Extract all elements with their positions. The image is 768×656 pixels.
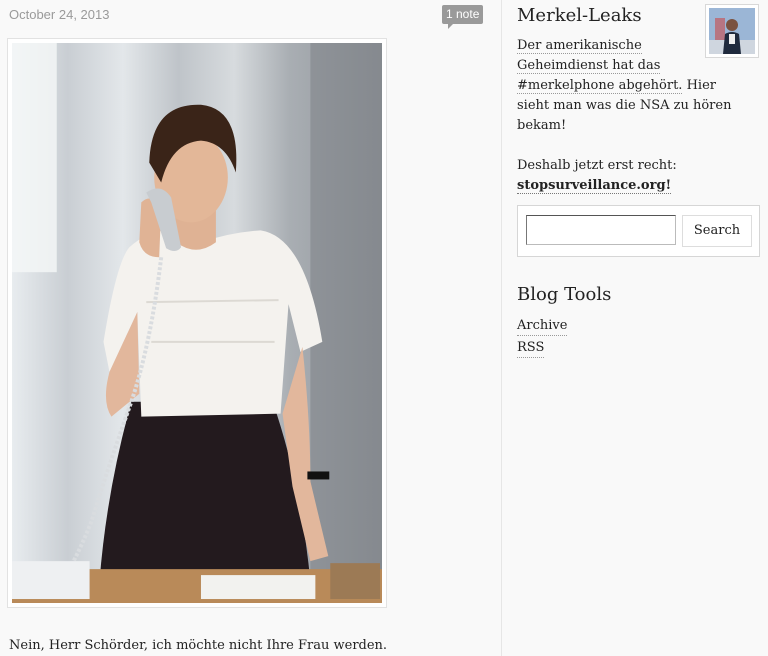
photo-woman-on-phone-image <box>12 43 382 603</box>
description-link[interactable]: Der amerikanische <box>517 38 642 54</box>
search-input[interactable] <box>526 215 676 245</box>
stopsurveillance-link[interactable]: stopsurveillance.org! <box>517 178 672 194</box>
blog-tools-list: Archive RSS <box>517 316 568 360</box>
post-photo[interactable] <box>7 38 387 608</box>
description-text-2: Deshalb jetzt erst recht: <box>517 158 677 173</box>
hashtag-link[interactable]: #merkelphone abgehört. <box>517 78 683 94</box>
blog-tools-heading: Blog Tools <box>517 284 612 305</box>
post-column: October 24, 2013 1 note Nein, Herr Schör… <box>0 0 500 656</box>
post-caption: Nein, Herr Schörder, ich möchte nicht Ih… <box>9 638 388 653</box>
blog-description: Der amerikanische Geheimdienst hat das #… <box>517 36 747 196</box>
description-link-cont[interactable]: Geheimdienst hat das <box>517 58 661 74</box>
post-date[interactable]: October 24, 2013 <box>9 7 109 22</box>
note-count-badge[interactable]: 1 note <box>442 5 484 29</box>
column-divider <box>501 0 502 656</box>
archive-link[interactable]: Archive <box>517 316 568 336</box>
search-widget: Search <box>517 205 760 257</box>
rss-link[interactable]: RSS <box>517 338 545 358</box>
search-button[interactable]: Search <box>682 215 752 247</box>
blog-title[interactable]: Merkel-Leaks <box>517 5 642 26</box>
